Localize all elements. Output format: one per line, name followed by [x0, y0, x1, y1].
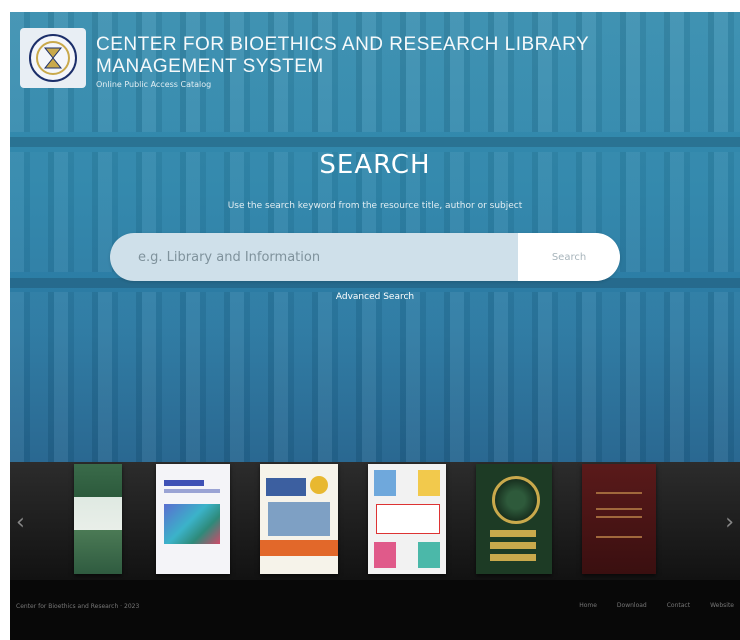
site-title: CENTER FOR BIOETHICS AND RESEARCH LIBRAR…: [96, 34, 589, 77]
book-cover[interactable]: [582, 464, 656, 574]
book-carousel: ‹ ›: [10, 462, 740, 580]
search-heading: SEARCH: [319, 150, 431, 180]
carousel-next-arrow-icon[interactable]: ›: [725, 512, 734, 534]
footer-copyright: Center for Bioethics and Research · 2023: [16, 603, 140, 610]
book-cover[interactable]: [260, 464, 338, 574]
book-cover[interactable]: [156, 464, 230, 574]
carousel-prev-arrow-icon[interactable]: ‹: [16, 512, 25, 534]
bookshelf-background: [10, 292, 740, 462]
footer: Center for Bioethics and Research · 2023…: [10, 580, 740, 640]
site-subtitle: Online Public Access Catalog: [96, 80, 212, 89]
book-cover[interactable]: [476, 464, 552, 574]
search-button[interactable]: Search: [518, 233, 620, 281]
footer-nav: Home Download Contact Website: [579, 602, 734, 609]
search-input[interactable]: [110, 233, 515, 281]
book-cover[interactable]: [74, 464, 122, 574]
shelf-plank: [10, 137, 740, 147]
hero-banner: CENTER FOR BIOETHICS AND RESEARCH LIBRAR…: [10, 12, 740, 462]
title-block: CENTER FOR BIOETHICS AND RESEARCH LIBRAR…: [96, 34, 726, 89]
footer-link-website[interactable]: Website: [710, 602, 734, 609]
footer-link-contact[interactable]: Contact: [667, 602, 690, 609]
seal-icon: [29, 34, 77, 82]
advanced-search-link[interactable]: Advanced Search: [10, 292, 740, 302]
footer-link-download[interactable]: Download: [617, 602, 647, 609]
book-cover[interactable]: [368, 464, 446, 574]
search-hint: Use the search keyword from the resource…: [227, 201, 523, 211]
footer-link-home[interactable]: Home: [579, 602, 597, 609]
search-bar: Search: [110, 233, 620, 281]
institution-logo[interactable]: [20, 28, 86, 88]
